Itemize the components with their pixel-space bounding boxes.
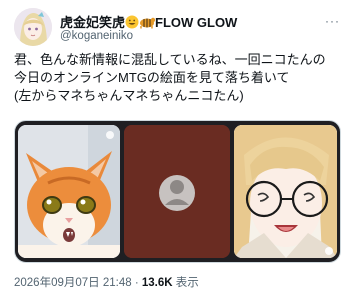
default-avatar-image — [124, 125, 230, 258]
tweet-header: 虎金妃笑虎 FLOW GLOW @koganeiniko ··· — [14, 6, 344, 46]
more-options-icon[interactable]: ··· — [325, 14, 340, 28]
orange-cat-image — [18, 125, 120, 258]
views-count: 13.6K — [141, 277, 173, 289]
avatar[interactable] — [14, 8, 52, 46]
views-label: 表示 — [175, 277, 199, 289]
tweet-line: 君、色んな新情報に混乱しているね、一回ニコたんの — [14, 52, 326, 67]
tweet-line: 今日のオンラインMTGの絵面を見て落ち着いて — [14, 70, 290, 85]
media-panel-anime[interactable] — [234, 125, 337, 258]
anime-girl-image — [234, 125, 337, 258]
tweet-timestamp[interactable]: 2026年09月07日 21:48 — [14, 277, 132, 289]
tweet-line: (左からマネちゃんマネちゃんニコたん) — [14, 88, 244, 103]
tiger-icon — [139, 15, 156, 32]
media-panel-default[interactable] — [124, 125, 230, 258]
avatar-image — [14, 8, 52, 46]
user-handle[interactable]: @koganeiniko — [60, 30, 133, 42]
display-name-suffix[interactable]: FLOW GLOW — [155, 15, 237, 30]
tweet-text: 君、色んな新情報に混乱しているね、一回ニコたんの 今日のオンラインMTGの絵面を… — [14, 51, 344, 105]
meta-separator: · — [134, 277, 139, 289]
tweet-media[interactable] — [14, 120, 341, 263]
tweet-meta: 2026年09月07日 21:48 · 13.6K 表示 — [14, 274, 199, 290]
media-panel-cat[interactable] — [18, 125, 120, 258]
display-name[interactable]: 虎金妃笑虎 — [60, 15, 125, 30]
display-name-row[interactable]: 虎金妃笑虎 FLOW GLOW — [60, 12, 237, 32]
